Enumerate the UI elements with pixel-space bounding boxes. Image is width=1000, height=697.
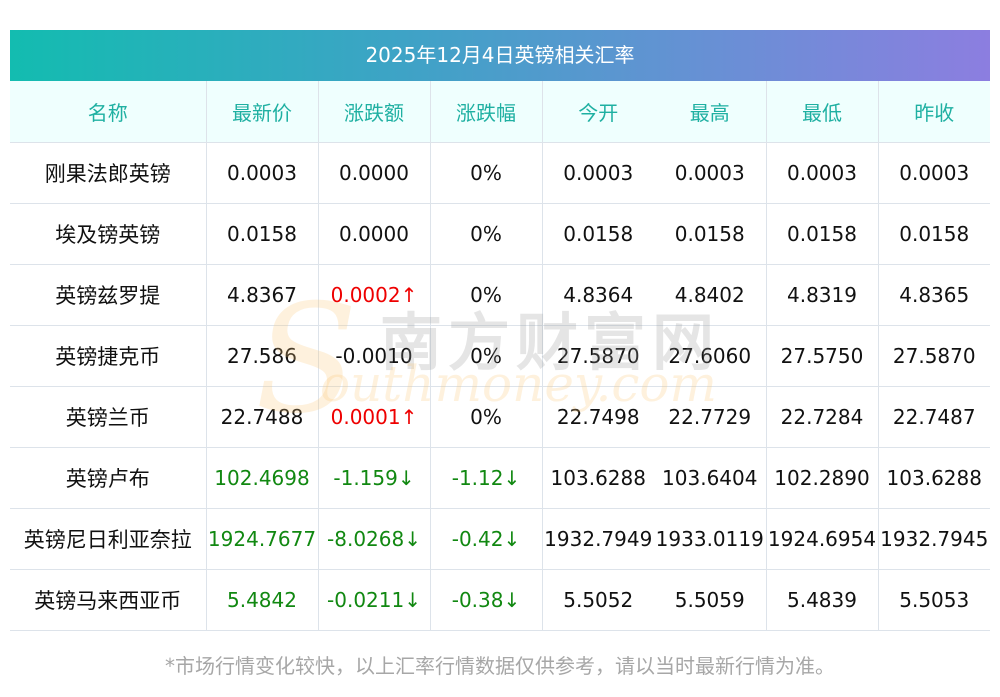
cell-price: 5.4842 xyxy=(205,569,318,631)
disclaimer-footer: *市场行情变化较快，以上汇率行情数据仅供参考，请以当时最新行情为准。 xyxy=(165,654,835,678)
cell-low: 0.0158 xyxy=(765,203,878,265)
cell-pct: 0% xyxy=(429,203,542,265)
cell-pct: 0% xyxy=(429,142,542,204)
cell-change: -8.0268↓ xyxy=(317,508,430,570)
cell-low: 5.4839 xyxy=(765,569,878,631)
cell-pct: -0.42↓ xyxy=(429,508,542,570)
cell-prev: 5.5053 xyxy=(877,569,990,631)
cell-prev: 1932.7945 xyxy=(877,508,990,570)
cell-change: 0.0000 xyxy=(317,142,430,204)
cell-pct: 0% xyxy=(429,325,542,387)
table-row: 刚果法郎英镑 0.0003 0.0000 0% 0.0003 0.0003 0.0003 0.… xyxy=(10,142,990,204)
cell-open: 1932.7949 xyxy=(541,508,654,570)
cell-price: 102.4698 xyxy=(205,447,318,509)
cell-high: 0.0003 xyxy=(654,142,766,204)
cell-change: -0.0211↓ xyxy=(317,569,430,631)
cell-change: -0.0010 xyxy=(317,325,430,387)
cell-open: 0.0158 xyxy=(541,203,654,265)
cell-name: 刚果法郎英镑 xyxy=(10,142,206,204)
cell-high: 22.7729 xyxy=(654,386,766,448)
exchange-rate-table: 名称 最新价 涨跌额 涨跌幅 今开 最高 最低 昨收 刚果法郎英镑 0.0003 0… xyxy=(10,81,990,631)
cell-name: 英镑尼日利亚奈拉 xyxy=(10,508,206,570)
cell-change: 0.0000 xyxy=(317,203,430,265)
cell-high: 103.6404 xyxy=(654,447,766,509)
cell-prev: 27.5870 xyxy=(877,325,990,387)
cell-prev: 0.0003 xyxy=(877,142,990,204)
table-row: 英镑兹罗提 4.8367 0.0002↑ 0% 4.8364 4.8402 4.8319 4.… xyxy=(10,264,990,326)
cell-prev: 4.8365 xyxy=(877,264,990,326)
cell-pct: 0% xyxy=(429,264,542,326)
cell-open: 27.5870 xyxy=(541,325,654,387)
table-row: 英镑尼日利亚奈拉 1924.7677 -8.0268↓ -0.42↓ 1932.7949… xyxy=(10,508,990,570)
cell-price: 0.0003 xyxy=(205,142,318,204)
table-row: 埃及镑英镑 0.0158 0.0000 0% 0.0158 0.0158 0.0158 0.0… xyxy=(10,203,990,265)
cell-open: 0.0003 xyxy=(541,142,654,204)
cell-prev: 0.0158 xyxy=(877,203,990,265)
table-row: 英镑捷克币 27.586 -0.0010 0% 27.5870 27.6060 27.575… xyxy=(10,325,990,387)
cell-pct: 0% xyxy=(429,386,542,448)
cell-low: 4.8319 xyxy=(765,264,878,326)
cell-low: 1924.6954 xyxy=(765,508,878,570)
column-header-low: 最低 xyxy=(765,81,878,143)
cell-change: 0.0002↑ xyxy=(317,264,430,326)
column-header-pct: 涨跌幅 xyxy=(429,81,542,143)
cell-name: 英镑兰币 xyxy=(10,386,206,448)
cell-low: 22.7284 xyxy=(765,386,878,448)
cell-change: -1.159↓ xyxy=(317,447,430,509)
cell-price: 27.586 xyxy=(205,325,318,387)
cell-high: 27.6060 xyxy=(654,325,766,387)
table-row: 英镑马来西亚币 5.4842 -0.0211↓ -0.38↓ 5.5052 5.5059 5… xyxy=(10,569,990,631)
column-header-name: 名称 xyxy=(10,81,206,143)
cell-pct: -1.12↓ xyxy=(429,447,542,509)
cell-low: 102.2890 xyxy=(765,447,878,509)
cell-prev: 103.6288 xyxy=(877,447,990,509)
cell-open: 4.8364 xyxy=(541,264,654,326)
cell-name: 英镑马来西亚币 xyxy=(10,569,206,631)
column-header-change: 涨跌额 xyxy=(317,81,430,143)
cell-name: 埃及镑英镑 xyxy=(10,203,206,265)
cell-low: 0.0003 xyxy=(765,142,878,204)
column-header-prev: 昨收 xyxy=(877,81,990,143)
cell-high: 1933.0119 xyxy=(654,508,766,570)
cell-high: 0.0158 xyxy=(654,203,766,265)
cell-price: 22.7488 xyxy=(205,386,318,448)
cell-name: 英镑卢布 xyxy=(10,447,206,509)
table-header-row: 名称 最新价 涨跌额 涨跌幅 今开 最高 最低 昨收 xyxy=(10,81,990,143)
cell-name: 英镑兹罗提 xyxy=(10,264,206,326)
cell-price: 1924.7677 xyxy=(205,508,318,570)
cell-open: 5.5052 xyxy=(541,569,654,631)
cell-change: 0.0001↑ xyxy=(317,386,430,448)
column-header-price: 最新价 xyxy=(205,81,318,143)
cell-pct: -0.38↓ xyxy=(429,569,542,631)
table-row: 英镑兰币 22.7488 0.0001↑ 0% 22.7498 22.7729 22.728… xyxy=(10,386,990,448)
cell-name: 英镑捷克币 xyxy=(10,325,206,387)
column-header-open: 今开 xyxy=(541,81,654,143)
cell-price: 0.0158 xyxy=(205,203,318,265)
cell-high: 4.8402 xyxy=(654,264,766,326)
column-header-high: 最高 xyxy=(654,81,766,143)
cell-price: 4.8367 xyxy=(205,264,318,326)
table-title: 2025年12月4日英镑相关汇率 xyxy=(10,30,990,81)
cell-high: 5.5059 xyxy=(654,569,766,631)
cell-open: 103.6288 xyxy=(541,447,654,509)
cell-prev: 22.7487 xyxy=(877,386,990,448)
table-row: 英镑卢布 102.4698 -1.159↓ -1.12↓ 103.6288 103.640… xyxy=(10,447,990,509)
cell-open: 22.7498 xyxy=(541,386,654,448)
cell-low: 27.5750 xyxy=(765,325,878,387)
